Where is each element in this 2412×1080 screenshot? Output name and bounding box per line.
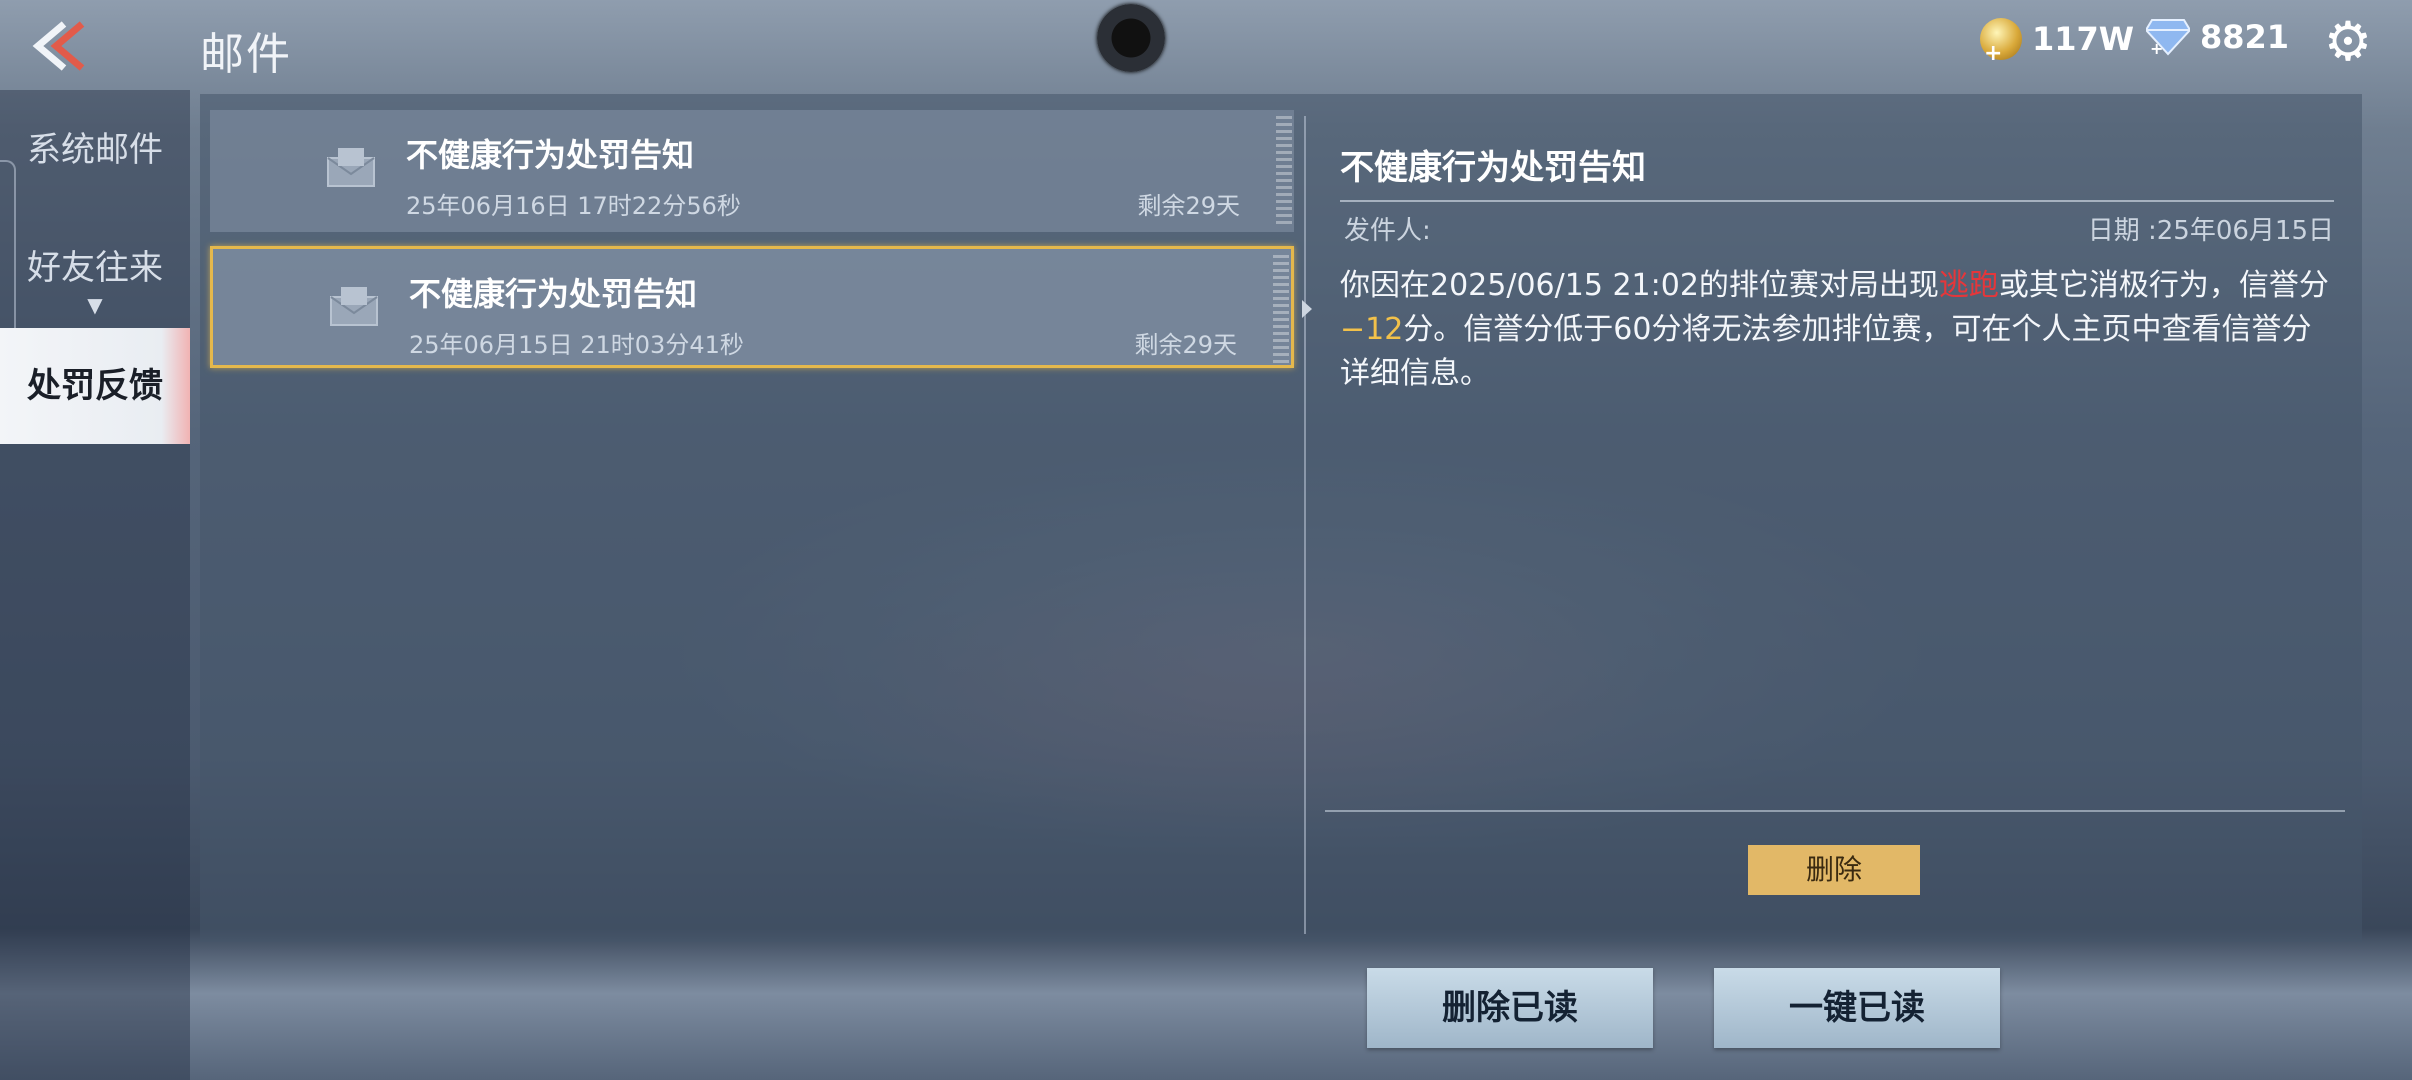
top-bar: 邮件 117W + 8821 ⚙ [0,0,2412,90]
camera-cutout [1097,4,1165,72]
gem-amount: 8821 [2200,18,2290,56]
read-all-button[interactable]: 一键已读 [1714,968,2000,1048]
sidebar-item-label: 处罚反馈 [27,366,163,406]
sidebar-item-penalty-feedback[interactable]: 处罚反馈 [0,328,190,444]
panel-divider [1304,116,1306,934]
gold-balance[interactable]: 117W [1980,18,2135,66]
gold-amount: 117W [2032,20,2135,58]
page-title: 邮件 [200,29,292,80]
body-penalty: −12 [1340,312,1404,347]
detail-sender: 发件人: [1344,216,1431,246]
mail-time: 25年06月16日 17时22分56秒 [406,192,741,220]
svg-text:+: + [2150,39,2163,56]
sidebar-item-system-mail[interactable]: 系统邮件 [0,122,190,171]
body-text: 或其它消极行为，信誉分 [1998,268,2329,303]
body-text: 你因在2025/06/15 21:02的排位赛对局出现 [1340,268,1939,303]
mail-remaining: 剩余29天 [1137,192,1240,220]
delete-button[interactable]: 删除 [1748,845,1920,895]
mail-detail: 不健康行为处罚告知 发件人: 日期 :25年06月15日 你因在2025/06/… [1340,140,2340,391]
mail-remaining: 剩余29天 [1134,331,1237,359]
back-chevron-icon[interactable] [24,18,94,74]
body-highlight: 逃跑 [1938,268,1999,303]
detail-divider [1340,200,2334,202]
mail-subject: 不健康行为处罚告知 [406,136,695,174]
envelope-icon [326,146,376,188]
detail-bottom-divider [1325,810,2345,812]
selection-pointer-icon [1302,300,1312,318]
drag-handle [1273,255,1289,363]
list-item-selected[interactable]: 不健康行为处罚告知 25年06月15日 21时03分41秒 剩余29天 [210,246,1294,368]
sidebar-item-label: 系统邮件 [27,130,163,170]
detail-body: 你因在2025/06/15 21:02的排位赛对局出现逃跑或其它消极行为，信誉分… [1340,264,2340,396]
mail-list[interactable]: 不健康行为处罚告知 25年06月16日 17时22分56秒 剩余29天 不健康行… [210,110,1298,940]
diamond-icon: + [2144,18,2192,58]
mail-category-sidebar: 系统邮件 好友往来 ▼ 处罚反馈 [0,90,190,1080]
gear-icon[interactable]: ⚙ [2318,12,2378,72]
detail-date: 日期 :25年06月15日 [2087,216,2334,246]
delete-read-button[interactable]: 删除已读 [1367,968,1653,1048]
gem-balance[interactable]: + 8821 [2144,18,2290,58]
drag-handle [1276,116,1292,224]
mail-time: 25年06月15日 21时03分41秒 [409,331,744,359]
mail-subject: 不健康行为处罚告知 [409,275,698,313]
detail-title: 不健康行为处罚告知 [1340,148,1646,188]
caret-down-icon: ▼ [87,293,103,317]
sidebar-item-friends[interactable]: 好友往来 ▼ [0,240,190,317]
body-text: 分。信誉分低于60分将无法参加排位赛，可在个人主页中查看信誉分详细信息。 [1340,312,2312,391]
gold-coin-icon [1980,18,2022,66]
sidebar-item-label: 好友往来 [27,248,163,288]
envelope-icon [329,285,379,327]
list-item[interactable]: 不健康行为处罚告知 25年06月16日 17时22分56秒 剩余29天 [210,110,1294,232]
